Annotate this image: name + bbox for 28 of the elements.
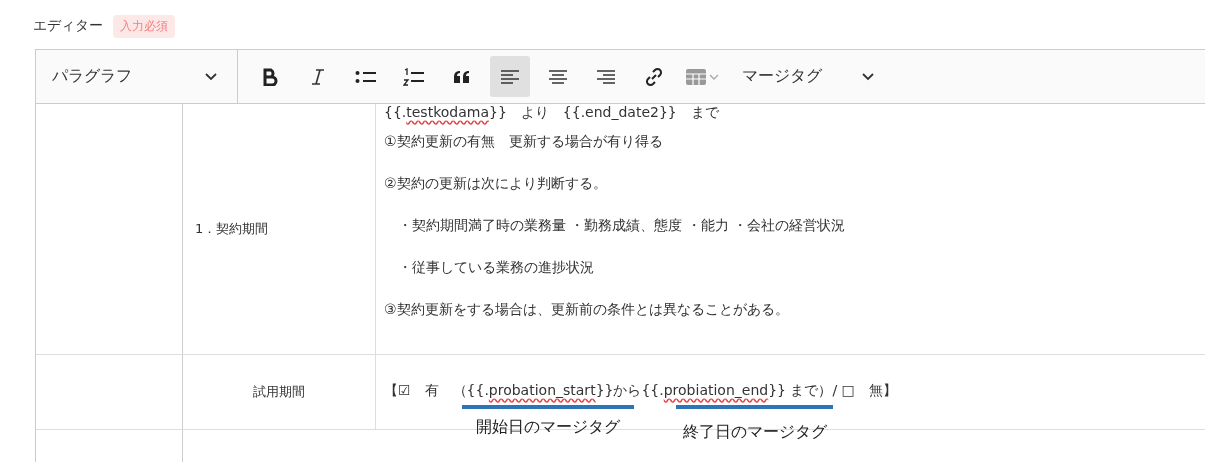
text-line: ・契約期間満了時の業務量 ・勤務成績、態度 ・能力 ・会社の経営状況 <box>397 217 846 233</box>
editor-label: エディター <box>33 17 103 35</box>
text-line: ②契約の更新は次により判断する。 <box>384 175 607 191</box>
align-left-button[interactable] <box>490 56 530 97</box>
align-right-icon <box>596 68 616 85</box>
bold-icon <box>262 67 278 86</box>
text-line: 【☑ 有 （{{.probation_start}}から{{.probiation_end}} まで）/ □ 無】 <box>384 382 897 398</box>
text-line: {{.testkodama}} より {{.end_date2}} まで <box>384 104 719 120</box>
annotation-caption: 開始日のマージタグ <box>476 417 620 438</box>
numbered-list-icon <box>403 67 425 86</box>
annotation-caption: 終了日のマージタグ <box>682 422 827 443</box>
text-line: ③契約更新をする場合は、更新前の条件とは異なることがある。 <box>384 301 789 317</box>
caret-icon <box>205 72 217 81</box>
table-cell: 1．契約期間 <box>195 220 269 238</box>
required-badge: 入力必須 <box>113 14 175 38</box>
italic-icon <box>311 67 325 86</box>
quote-icon <box>453 69 471 84</box>
caret-icon <box>862 72 874 81</box>
paragraph-select[interactable]: パラグラフ <box>36 50 238 103</box>
link-icon <box>644 66 664 87</box>
align-center-icon <box>548 68 568 85</box>
merge-tag-select[interactable]: マージタグ <box>728 66 874 87</box>
bullet-list-icon <box>355 68 377 85</box>
text-line: ・従事している業務の進捗状況 <box>397 259 594 275</box>
table-icon <box>685 67 721 86</box>
align-left-icon <box>500 68 520 85</box>
text-line: ①契約更新の有無 更新する場合が有り得る <box>384 133 663 149</box>
table-cell: 試用期間 <box>253 383 305 401</box>
